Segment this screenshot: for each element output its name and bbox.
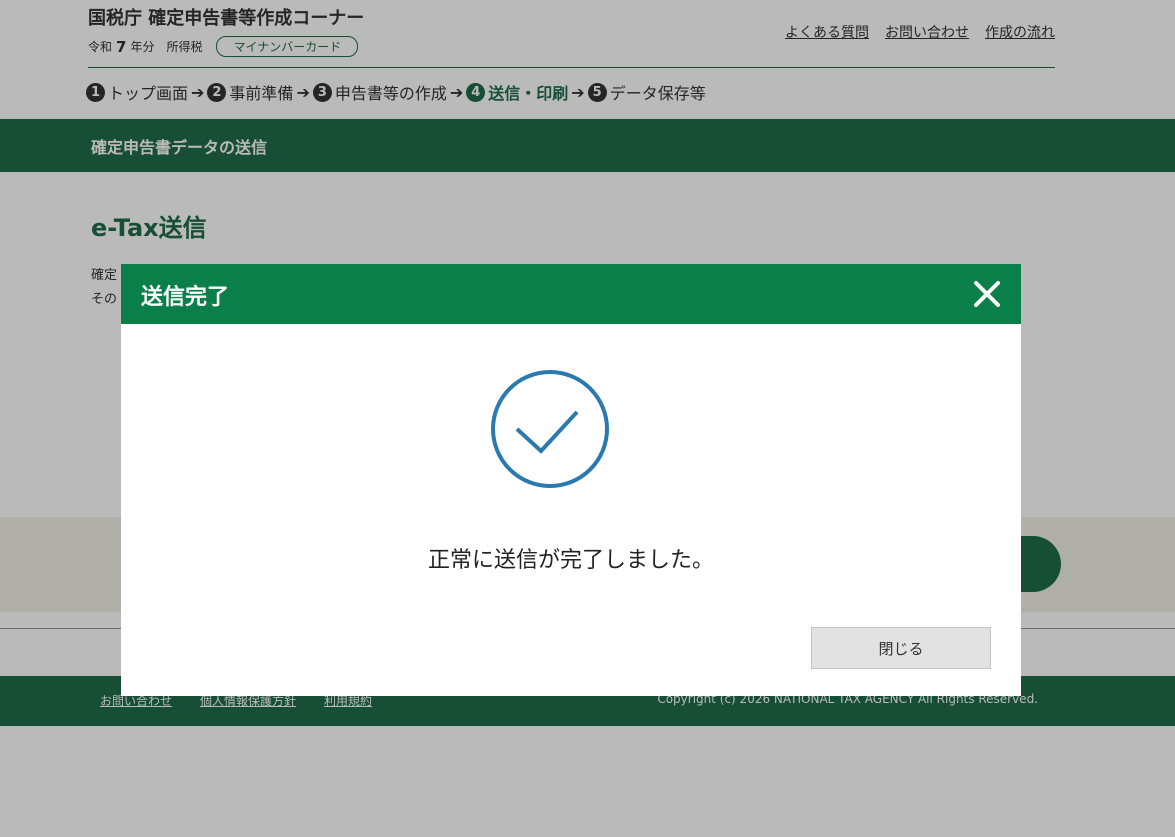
check-circle-icon — [490, 369, 610, 489]
dialog-header: 送信完了 — [121, 264, 1021, 324]
close-button[interactable]: 閉じる — [811, 627, 991, 669]
dialog-message: 正常に送信が完了しました。 — [427, 548, 714, 573]
send-complete-dialog: 送信完了 正常に送信が完了しました。 閉じる — [121, 264, 1021, 696]
dialog-title: 送信完了 — [141, 285, 230, 310]
close-icon[interactable] — [971, 278, 1003, 310]
